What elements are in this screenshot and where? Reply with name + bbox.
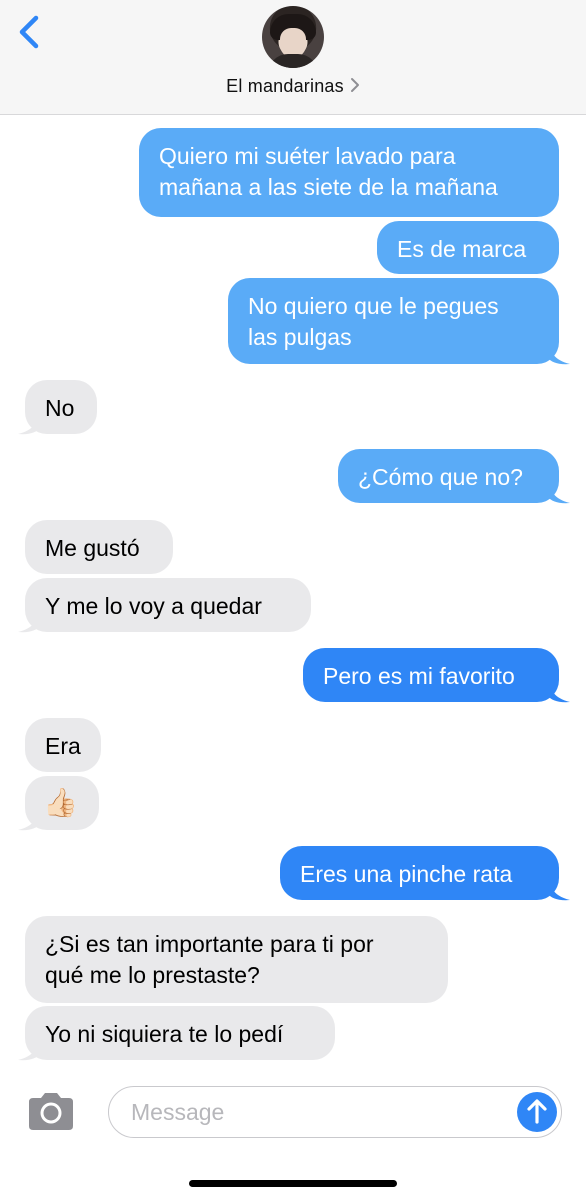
- send-button[interactable]: [517, 1092, 557, 1132]
- contact-name-button[interactable]: El mandarinas: [0, 76, 586, 98]
- bubble-tail: [18, 410, 40, 435]
- chevron-right-icon: [350, 77, 360, 98]
- message-bubble-sent[interactable]: Pero es mi favorito: [303, 648, 559, 702]
- bubble-tail: [548, 479, 570, 504]
- home-indicator: [189, 1180, 397, 1187]
- message-bubble-received[interactable]: Era: [25, 718, 101, 772]
- message-bubble-received[interactable]: Yo ni siquiera te lo pedí: [25, 1006, 335, 1060]
- message-bubble-sent[interactable]: ¿Cómo que no?: [338, 449, 559, 503]
- message-bubble-received[interactable]: Me gustó: [25, 520, 173, 574]
- message-input[interactable]: [129, 1087, 513, 1137]
- message-bubble-sent[interactable]: Es de marca: [377, 221, 559, 274]
- bubble-tail: [18, 806, 40, 831]
- bubble-tail: [548, 678, 570, 703]
- arrow-up-icon: [527, 1099, 547, 1124]
- bubble-tail: [548, 876, 570, 901]
- chevron-left-icon: [19, 15, 39, 49]
- back-button[interactable]: [14, 10, 54, 54]
- conversation-header: El mandarinas: [0, 0, 586, 115]
- contact-name: El mandarinas: [226, 76, 344, 96]
- bubble-tail: [18, 1036, 40, 1061]
- message-bubble-received[interactable]: Y me lo voy a quedar: [25, 578, 311, 632]
- bubble-tail: [548, 340, 570, 365]
- message-bubble-sent[interactable]: No quiero que le pegues las pulgas: [228, 278, 559, 364]
- message-bubble-sent[interactable]: Quiero mi suéter lavado para mañana a la…: [139, 128, 559, 217]
- camera-button[interactable]: [25, 1092, 77, 1132]
- message-bubble-received[interactable]: ¿Si es tan importante para ti por qué me…: [25, 916, 448, 1003]
- bubble-tail: [18, 608, 40, 633]
- camera-icon: [29, 1093, 73, 1130]
- message-field[interactable]: [108, 1086, 562, 1138]
- message-bubble-sent[interactable]: Eres una pinche rata: [280, 846, 559, 900]
- contact-avatar[interactable]: [262, 6, 324, 68]
